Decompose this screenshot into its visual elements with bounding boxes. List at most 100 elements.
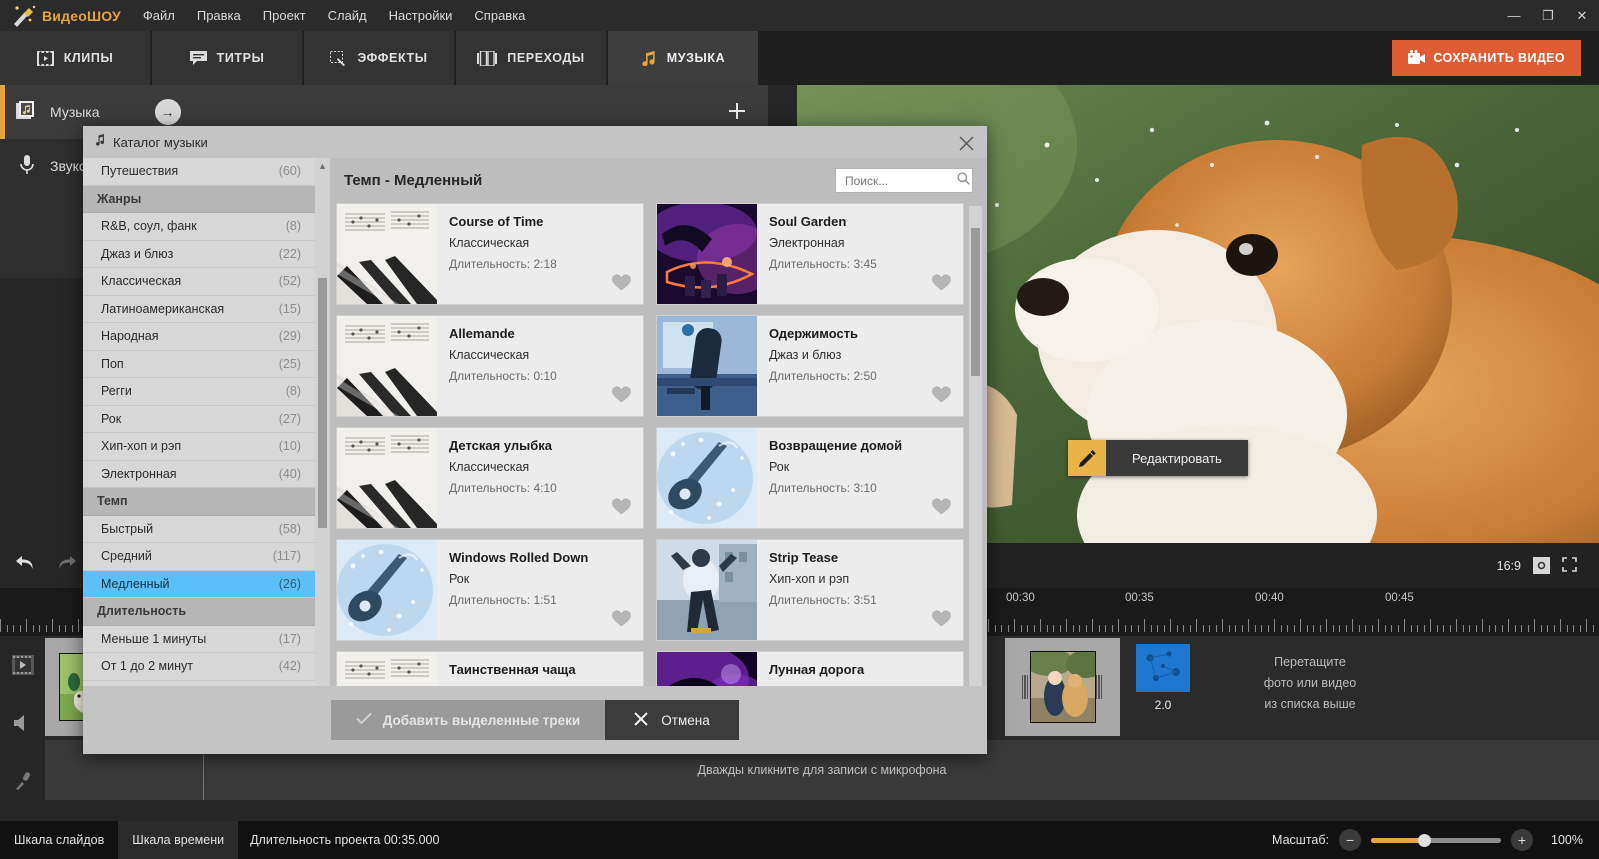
application-window: ВидеоШОУ Файл Правка Проект Слайд Настро… [0, 0, 1599, 859]
tab-titles[interactable]: ТИТРЫ [152, 31, 302, 85]
category-item-count: (42) [279, 659, 301, 673]
minimize-button[interactable]: — [1497, 0, 1531, 31]
browser-header: Темп - Медленный [330, 158, 987, 203]
track-card[interactable]: Детская улыбкаКлассическаяДлительность: … [336, 427, 644, 529]
tab-clips[interactable]: КЛИПЫ [0, 31, 150, 85]
track-genre: Классическая [449, 460, 557, 474]
category-item-count: (8) [286, 384, 301, 398]
category-item[interactable]: Классическая(52) [83, 268, 315, 296]
track-card[interactable]: ОдержимостьДжаз и блюзДлительность: 2:50 [656, 315, 964, 417]
track-grid-scrollbar[interactable] [969, 206, 982, 708]
category-item[interactable]: Средний(117) [83, 543, 315, 571]
add-track-button[interactable] [724, 101, 750, 127]
edit-slide-button[interactable]: Редактировать [1068, 440, 1248, 476]
track-card[interactable]: AllemandeКлассическаяДлительность: 0:10 [336, 315, 644, 417]
track-artwork [337, 204, 437, 304]
track-info: Windows Rolled DownРокДлительность: 1:51 [437, 540, 588, 640]
menu-item-project[interactable]: Проект [263, 8, 306, 23]
microphone-track-icon[interactable] [0, 752, 45, 810]
sidebar-scrollbar[interactable]: ▲ ▼ [315, 158, 330, 718]
track-card[interactable]: Course of TimeКлассическаяДлительность: … [336, 203, 644, 305]
favorite-heart-icon[interactable] [612, 610, 631, 632]
add-selected-tracks-button[interactable]: Добавить выделенные треки [331, 700, 605, 740]
maximize-button[interactable]: ❐ [1531, 0, 1565, 31]
track-card[interactable]: Soul GardenЭлектроннаяДлительность: 3:45 [656, 203, 964, 305]
track-title: Strip Tease [769, 550, 877, 565]
track-genre: Классическая [449, 236, 557, 250]
menu-item-settings[interactable]: Настройки [389, 8, 453, 23]
track-card[interactable]: Возвращение домойРокДлительность: 3:10 [656, 427, 964, 529]
slides-icon[interactable] [0, 636, 45, 694]
scroll-up-icon[interactable]: ▲ [315, 158, 330, 174]
clip-right-handle[interactable] [1096, 675, 1104, 699]
category-item[interactable]: Поп(25) [83, 351, 315, 379]
music-note-icon [95, 133, 106, 151]
search-input[interactable] [845, 174, 957, 188]
clip-left-handle[interactable] [1022, 675, 1030, 699]
sidebar-scroll-thumb[interactable] [318, 278, 327, 528]
redo-icon[interactable] [56, 554, 78, 577]
category-item[interactable]: Хип-хоп и рэп(10) [83, 433, 315, 461]
category-item-label: Джаз и блюз [101, 247, 173, 261]
category-item[interactable]: Быстрый(58) [83, 516, 315, 544]
favorite-heart-icon[interactable] [932, 610, 951, 632]
tab-music[interactable]: МУЗЫКА [608, 31, 758, 85]
track-grid-scroll-thumb[interactable] [971, 228, 980, 376]
status-tab-slides[interactable]: Шкала слайдов [0, 821, 118, 859]
track-title: Возвращение домой [769, 438, 902, 453]
cancel-button[interactable]: Отмена [605, 700, 739, 740]
category-item[interactable]: От 1 до 2 минут(42) [83, 653, 315, 681]
category-item[interactable]: Медленный(26) [83, 571, 315, 599]
zoom-slider-knob[interactable] [1418, 834, 1431, 847]
zoom-slider[interactable] [1371, 838, 1501, 843]
category-item[interactable]: Регги(8) [83, 378, 315, 406]
zoom-in-button[interactable]: + [1511, 829, 1533, 851]
menu-item-edit[interactable]: Правка [197, 8, 241, 23]
transition-card[interactable]: 2.0 [1133, 644, 1193, 730]
category-item[interactable]: Латиноамериканская(15) [83, 296, 315, 324]
category-item[interactable]: Джаз и блюз(22) [83, 241, 315, 269]
category-item[interactable]: Меньше 1 минуты(17) [83, 626, 315, 654]
category-item[interactable]: Рок(27) [83, 406, 315, 434]
slide-clip-2[interactable] [1005, 638, 1120, 736]
favorite-heart-icon[interactable] [612, 386, 631, 408]
save-video-button[interactable]: СОХРАНИТЬ ВИДЕО [1392, 40, 1581, 76]
search-box[interactable] [835, 168, 973, 193]
track-card[interactable]: Strip TeaseХип-хоп и рэпДлительность: 3:… [656, 539, 964, 641]
undo-icon[interactable] [14, 554, 36, 577]
category-item-label: Путешествия [101, 164, 178, 178]
snapshot-icon[interactable] [1533, 557, 1550, 574]
track-card[interactable]: Windows Rolled DownРокДлительность: 1:51 [336, 539, 644, 641]
favorite-heart-icon[interactable] [932, 274, 951, 296]
category-item-label: Средний [101, 549, 152, 563]
category-item-count: (17) [279, 632, 301, 646]
favorite-heart-icon[interactable] [612, 274, 631, 296]
track-info: AllemandeКлассическаяДлительность: 0:10 [437, 316, 557, 416]
zoom-out-button[interactable]: − [1339, 829, 1361, 851]
category-item[interactable]: Путешествия(60) [83, 158, 315, 186]
menu-item-help[interactable]: Справка [474, 8, 525, 23]
add-selected-tracks-label: Добавить выделенные треки [383, 713, 580, 728]
volume-icon[interactable] [0, 694, 45, 752]
menu-item-file[interactable]: Файл [143, 8, 175, 23]
track-info: Course of TimeКлассическаяДлительность: … [437, 204, 557, 304]
zoom-value: 100% [1543, 833, 1583, 847]
category-item[interactable]: R&B, соул, фанк(8) [83, 213, 315, 241]
search-icon[interactable] [957, 172, 970, 190]
music-library-go-icon[interactable]: → [155, 99, 181, 125]
menu-item-slide[interactable]: Слайд [328, 8, 367, 23]
fullscreen-icon[interactable] [1562, 557, 1577, 575]
transition-duration-label: 2.0 [1155, 698, 1172, 712]
status-tab-timeline[interactable]: Шкала времени [118, 821, 238, 859]
tab-effects[interactable]: ЭФФЕКТЫ [304, 31, 454, 85]
close-button[interactable]: ✕ [1565, 0, 1599, 31]
favorite-heart-icon[interactable] [612, 498, 631, 520]
category-item[interactable]: Электронная(40) [83, 461, 315, 489]
category-item[interactable]: Народная(29) [83, 323, 315, 351]
track-title: Одержимость [769, 326, 877, 341]
tab-clips-label: КЛИПЫ [64, 51, 114, 65]
favorite-heart-icon[interactable] [932, 386, 951, 408]
favorite-heart-icon[interactable] [932, 498, 951, 520]
close-icon[interactable] [953, 130, 979, 156]
tab-transitions[interactable]: ПЕРЕХОДЫ [456, 31, 606, 85]
